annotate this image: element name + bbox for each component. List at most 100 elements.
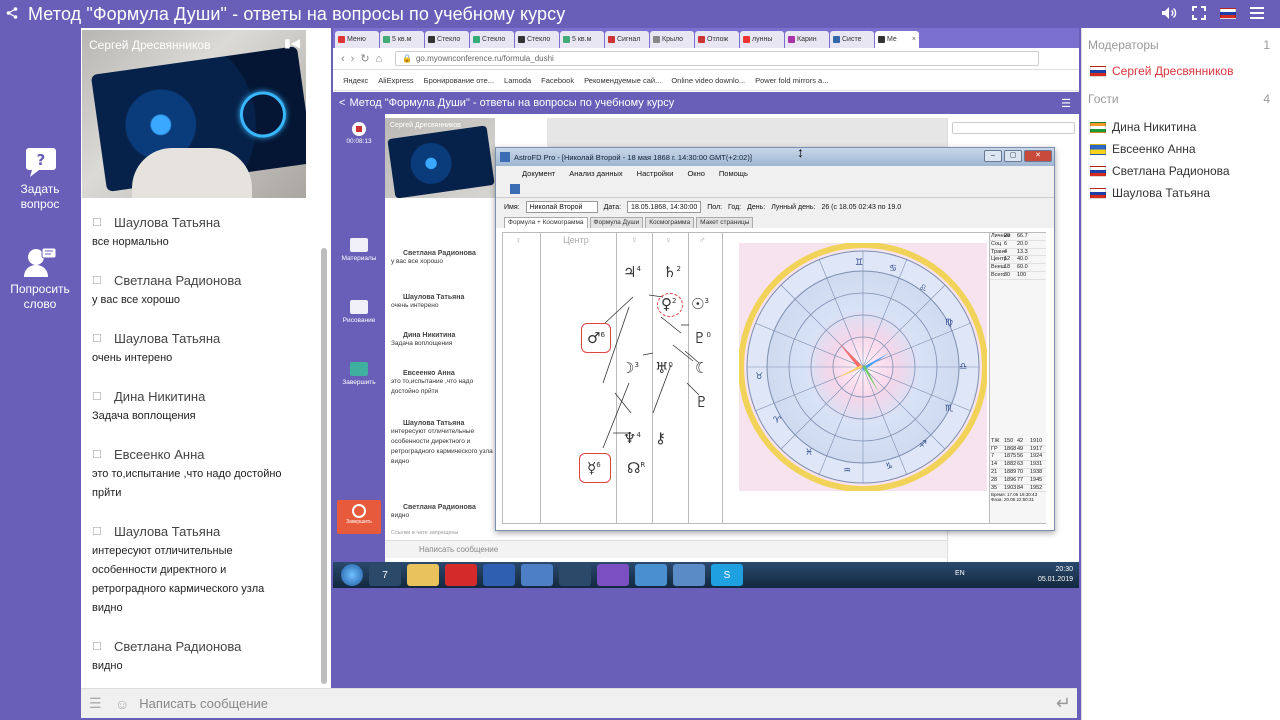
browser-tab[interactable]: Стекло <box>425 31 469 48</box>
ask-question-button[interactable]: ? Задать вопрос <box>0 146 80 212</box>
language-flag-icon[interactable] <box>1220 7 1236 19</box>
browser-nav-icons[interactable]: ‹›↻⌂ <box>333 52 395 65</box>
svg-text:♈: ♈ <box>773 416 782 426</box>
participant-item[interactable]: Светлана Радионова <box>1082 160 1280 182</box>
browser-tab-active[interactable]: Ме × <box>875 31 919 48</box>
cycles-cell: 1924 <box>1030 453 1043 460</box>
browser-tab[interactable]: Систе <box>830 31 874 48</box>
name-label: Имя: <box>504 203 520 211</box>
moderators-count: 1 <box>1263 38 1270 52</box>
browser-tab[interactable]: Отлож <box>695 31 739 48</box>
browser-tab[interactable]: Карин <box>785 31 829 48</box>
participant-item[interactable]: Дина Никитина <box>1082 116 1280 138</box>
tab-favicon-icon <box>653 36 660 43</box>
bookmark[interactable]: Яндекс <box>343 76 368 85</box>
browser-tab[interactable]: 5 кв.м <box>560 31 604 48</box>
chat-message: ☐ Светлана Радионова видно <box>81 635 317 676</box>
participant-name: Светлана Радионова <box>1112 164 1230 178</box>
name-field: Николай Второй <box>525 201 598 213</box>
emoji-icon[interactable]: ☺ <box>115 696 129 712</box>
volume-icon[interactable] <box>1160 4 1178 22</box>
video-background-shape <box>132 148 252 198</box>
tab-favicon-icon <box>788 36 795 43</box>
cycles-cell: 1875 <box>1004 453 1017 460</box>
share-icon[interactable] <box>6 6 28 23</box>
bookmark[interactable]: Online video downlo... <box>671 76 745 85</box>
tab-close-icon[interactable]: × <box>912 36 916 43</box>
browser-tab[interactable]: Стекло <box>470 31 514 48</box>
stats-cell: 13.3 <box>1017 248 1028 255</box>
svg-text:♎: ♎ <box>959 362 967 372</box>
astrofd-menu-item: Документ <box>522 168 556 178</box>
message-author-row: ☐ Шаулова Татьяна <box>92 327 317 349</box>
astrofd-title: AstroFD Pro - [Николай Второй - 18 мая 1… <box>514 152 752 162</box>
inner-rail: 00:08:13 Материалы Рисование Завершить З… <box>333 114 385 562</box>
bookmark[interactable]: AliExpress <box>378 76 413 85</box>
browser-tab[interactable]: Сигнал <box>605 31 649 48</box>
cycles-cell: 1945 <box>1030 476 1043 483</box>
svg-text:♐: ♐ <box>919 440 927 450</box>
chat-input[interactable]: Написать сообщение <box>139 696 268 711</box>
chat-messages: ☐ Шаулова Татьяна все нормально ☐ Светлана… <box>81 208 317 676</box>
svg-text:♑: ♑ <box>885 462 893 472</box>
cycles-cell: 1882 <box>1004 461 1017 468</box>
video-volume-icon[interactable]: ▮◀ <box>284 36 300 50</box>
message-icon: ☐ <box>92 525 102 538</box>
guests-label: Гости <box>1088 92 1119 106</box>
chat-scrollbar[interactable] <box>321 248 327 684</box>
tab-favicon-icon <box>833 36 840 43</box>
cycles-row: 21 1889 70 1938 <box>990 469 1046 477</box>
inner-message-text: интересуют отличительные особенности дир… <box>391 428 493 465</box>
tab-label: Стекло <box>482 36 506 43</box>
participant-item[interactable]: Евсеенко Анна <box>1082 138 1280 160</box>
presenter-video[interactable]: Сергей Дресвянников ▮◀ <box>82 30 306 198</box>
astrofd-tab: Формула Души <box>589 217 644 228</box>
svg-text:♉: ♉ <box>755 372 763 382</box>
taskbar-clock: 20:30 05.01.2019 <box>1038 565 1073 585</box>
svg-text:♓: ♓ <box>805 448 813 458</box>
page-title: Метод "Формула Души" - ответы на вопросы… <box>28 3 566 24</box>
participant-item[interactable]: Сергей Дресвянников <box>1082 60 1280 82</box>
request-speak-button[interactable]: Попросить слово <box>0 246 80 312</box>
browser-tab[interactable]: лунны <box>740 31 784 48</box>
svg-text:?: ? <box>37 151 46 169</box>
url-field[interactable]: 🔒 go.myownconference.ru/formula_dushi <box>395 51 1039 66</box>
menu-icon[interactable] <box>1248 4 1266 22</box>
stats-row: Всего 30 100 <box>990 272 1046 280</box>
browser-tab[interactable]: Меню <box>335 31 379 48</box>
stats-row: Центр 12 40.0 <box>990 256 1046 265</box>
bookmark[interactable]: Рекомендуемые сай... <box>584 76 661 85</box>
presenter-name: Сергей Дресвянников <box>89 38 211 52</box>
cycles-cell: 1889 <box>1004 468 1017 475</box>
astrofd-menu-item: Анализ данных <box>569 168 623 178</box>
inner-chat-message: Шаулова Татьяна очень интерено <box>391 294 495 311</box>
cycles-row: 7 1875 56 1924 <box>990 453 1046 462</box>
tab-favicon-icon <box>383 36 390 43</box>
message-author-row: ☐ Дина Никитина <box>92 385 317 407</box>
message-author: Шаулова Татьяна <box>114 523 221 539</box>
north-node-icon: ☊R <box>627 459 646 477</box>
chat-menu-icon[interactable]: ☰ <box>89 695 103 712</box>
chat-input-bar[interactable]: ☰ ☺ Написать сообщение ↵ <box>81 688 1077 718</box>
bookmark[interactable]: Power fold mirrors a... <box>755 76 828 85</box>
inner-rail-item: Материалы <box>333 238 385 262</box>
fullscreen-icon[interactable] <box>1190 4 1208 22</box>
browser-tab[interactable]: 5 кв.м <box>380 31 424 48</box>
day-label: День: <box>747 203 766 211</box>
stats-cell: Всего <box>991 271 1006 278</box>
browser-tab[interactable]: Стекло <box>515 31 559 48</box>
participant-item[interactable]: Шаулова Татьяна <box>1082 182 1280 204</box>
inner-video-image <box>387 125 495 198</box>
cycles-cell: 1903 <box>1004 484 1017 491</box>
bookmark[interactable]: Бронирование оте... <box>424 76 494 85</box>
cycles-cell: 1938 <box>1030 468 1043 475</box>
taskbar-app-icon <box>635 564 667 586</box>
browser-tab[interactable]: Крыло <box>650 31 694 48</box>
moon-node-icon: ☾ <box>695 359 709 377</box>
bookmark[interactable]: Lamoda <box>504 76 531 85</box>
message-text: у вас все хорошо <box>92 294 181 306</box>
tab-label: лунны <box>752 36 773 43</box>
bookmark[interactable]: Facebook <box>541 76 574 85</box>
send-icon[interactable]: ↵ <box>1056 693 1071 714</box>
chat-message: ☐ Шаулова Татьяна интересуют отличительны… <box>81 520 317 618</box>
